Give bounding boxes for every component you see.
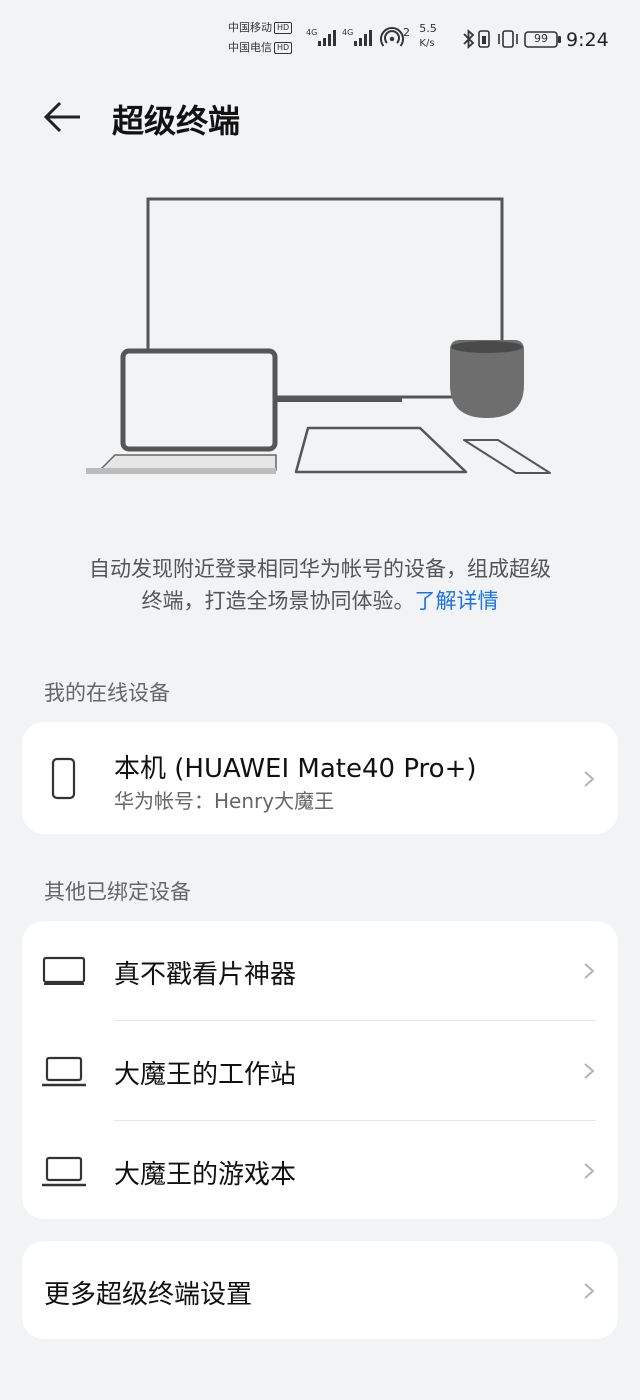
phone-icon (50, 756, 78, 806)
bound-device-label-1: 真不戳看片神器 (114, 960, 297, 990)
tablet-illustration (294, 426, 468, 474)
more-settings-label: 更多超级终端设置 (44, 1280, 253, 1310)
section-bound-devices: 其他已绑定设备 (44, 880, 191, 904)
hd-badge-1: HD (274, 22, 293, 34)
bound-devices-card: 真不戳看片神器 大魔王的工作站 大魔王的游戏本 (22, 921, 618, 1219)
laptop-illustration (86, 348, 278, 474)
learn-more-link[interactable]: 了解详情 (415, 589, 499, 613)
more-settings-row[interactable]: 更多超级终端设置 (22, 1241, 618, 1339)
net-type-1-label: 4G (306, 28, 317, 37)
hd-badge-2: HD (274, 42, 293, 54)
speaker-illustration (450, 340, 524, 418)
battery-level: 99 (534, 32, 548, 45)
carrier-1: 中国移动 HD (228, 18, 293, 38)
chevron-right-icon (584, 1283, 595, 1299)
laptop-icon (42, 1155, 88, 1193)
description-line-2: 终端，打造全场景协同体验。 (141, 589, 415, 613)
page-title: 超级终端 (112, 102, 241, 140)
super-device-illustration (80, 190, 560, 494)
hotspot-count: 2 (403, 26, 410, 39)
signal-icon-2: 4G (342, 26, 376, 52)
hotspot-icon (380, 27, 404, 53)
chevron-right-icon (584, 771, 595, 787)
speed-unit: K/s (419, 38, 435, 49)
carrier-1-label: 中国移动 (228, 21, 272, 34)
laptop-icon (42, 1055, 88, 1093)
back-button[interactable] (40, 96, 84, 140)
chevron-right-icon (584, 1063, 595, 1079)
net-type-2-label: 4G (342, 28, 353, 37)
phone-illustration (463, 439, 551, 474)
bound-device-row-3[interactable]: 大魔王的游戏本 (22, 1121, 618, 1219)
clock: 9:24 (566, 29, 609, 51)
section-my-devices: 我的在线设备 (44, 681, 170, 705)
bound-device-label-2: 大魔王的工作站 (114, 1060, 297, 1090)
bound-device-label-3: 大魔王的游戏本 (114, 1160, 297, 1190)
chevron-right-icon (584, 963, 595, 979)
description-text: 自动发现附近登录相同华为帐号的设备，组成超级 终端，打造全场景协同体验。了解详情 (36, 553, 604, 617)
vibrate-icon (496, 29, 520, 53)
carrier-2: 中国电信 HD (228, 38, 293, 58)
phone-battery-icon (476, 29, 492, 53)
back-arrow-icon (43, 101, 80, 133)
chevron-right-icon (584, 1163, 595, 1179)
tablet-landscape-icon (42, 955, 88, 993)
carrier-2-label: 中国电信 (228, 41, 272, 54)
description-line-1: 自动发现附近登录相同华为帐号的设备，组成超级 (89, 557, 551, 581)
my-device-account: 华为帐号：Henry大魔王 (114, 789, 335, 813)
bluetooth-icon (462, 28, 476, 54)
bound-device-row-1[interactable]: 真不戳看片神器 (22, 921, 618, 1021)
signal-icon-1: 4G (306, 26, 340, 52)
my-device-name: 本机 (HUAWEI Mate40 Pro+) (114, 754, 477, 784)
bound-device-row-2[interactable]: 大魔王的工作站 (22, 1021, 618, 1121)
my-device-card[interactable]: 本机 (HUAWEI Mate40 Pro+) 华为帐号：Henry大魔王 (22, 722, 618, 834)
speed-value: 5.5 (419, 22, 437, 35)
